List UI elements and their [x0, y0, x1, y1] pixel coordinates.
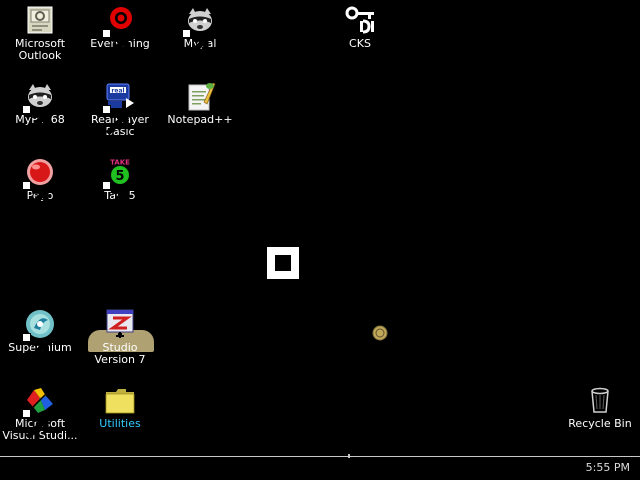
shortcut-arrow-icon: [102, 105, 129, 136]
taskbar[interactable]: 5:55 PM: [0, 454, 640, 480]
desktop-icon-recycle-bin[interactable]: Recycle Bin: [560, 380, 640, 430]
desktop-icon-mypal[interactable]: Mypal: [160, 0, 240, 60]
desktop-icon-studio-version-7[interactable]: Studio Version 7: [80, 304, 160, 366]
desktop-icon-label: Microsoft Outlook: [14, 37, 66, 62]
studio-icon: [104, 308, 136, 340]
desktop-icon-microsoft-outlook[interactable]: Microsoft Outlook: [0, 0, 80, 62]
shortcut-arrow-icon: [182, 29, 209, 60]
supermium-icon: [22, 308, 56, 364]
desktop-icon-utilities[interactable]: Utilities: [80, 380, 160, 430]
desktop-icon-supermium[interactable]: Supermium: [0, 304, 80, 364]
take5-icon: TAKE 5: [102, 156, 136, 212]
desktop-icon-cks[interactable]: CKS: [320, 0, 400, 50]
taskbar-resize-notch: [348, 454, 350, 458]
minimized-window-thumbnail[interactable]: [267, 247, 299, 279]
mypal-68-icon: [22, 80, 56, 136]
desktop-icon-microsoft-visual-studio[interactable]: Microsoft Visual Studi...: [0, 380, 80, 442]
desktop-icon-take5[interactable]: TAKE 5 Take5: [80, 152, 160, 212]
recycle-bin-icon: [584, 384, 616, 416]
realplayer-icon: real: [102, 80, 136, 136]
cks-icon: [344, 4, 376, 36]
pego-icon: [22, 156, 56, 212]
desktop-icon-mypal-68[interactable]: MyPal 68: [0, 76, 80, 136]
desktop-icon-label: CKS: [349, 37, 371, 50]
desktop-icon-label: Utilities: [99, 417, 141, 430]
desktop-icon-label: Recycle Bin: [568, 417, 632, 430]
coin-icon[interactable]: [372, 325, 388, 341]
notepad-plus-plus-icon: [184, 80, 216, 112]
desktop[interactable]: Microsoft Outlook Everything Mypal CKS M…: [0, 0, 640, 480]
window-thumbnail-content: [275, 255, 291, 271]
shortcut-arrow-icon: [22, 181, 49, 212]
svg-text:real: real: [111, 88, 124, 95]
shortcut-arrow-icon: [22, 409, 49, 440]
shortcut-arrow-icon: [22, 333, 49, 364]
taskbar-clock[interactable]: 5:55 PM: [586, 461, 630, 475]
shortcut-arrow-icon: [102, 29, 129, 60]
desktop-icon-label: Studio Version 7: [94, 341, 146, 366]
outlook-icon: [24, 4, 56, 36]
visual-studio-icon: [22, 384, 56, 440]
desktop-icon-pego[interactable]: Pego: [0, 152, 80, 212]
shortcut-arrow-icon: [22, 105, 49, 136]
everything-icon: [102, 4, 136, 60]
folder-icon: [104, 384, 136, 416]
desktop-icon-label: Notepad++: [167, 113, 233, 126]
desktop-icon-everything[interactable]: Everything: [80, 0, 160, 60]
shortcut-arrow-icon: [102, 181, 129, 212]
mypal-icon: [182, 4, 216, 60]
desktop-icon-realplayer-basic[interactable]: real RealPlayer Basic: [80, 76, 160, 138]
svg-text:TAKE: TAKE: [110, 159, 130, 167]
desktop-icon-notepad-plus-plus[interactable]: Notepad++: [160, 76, 240, 126]
